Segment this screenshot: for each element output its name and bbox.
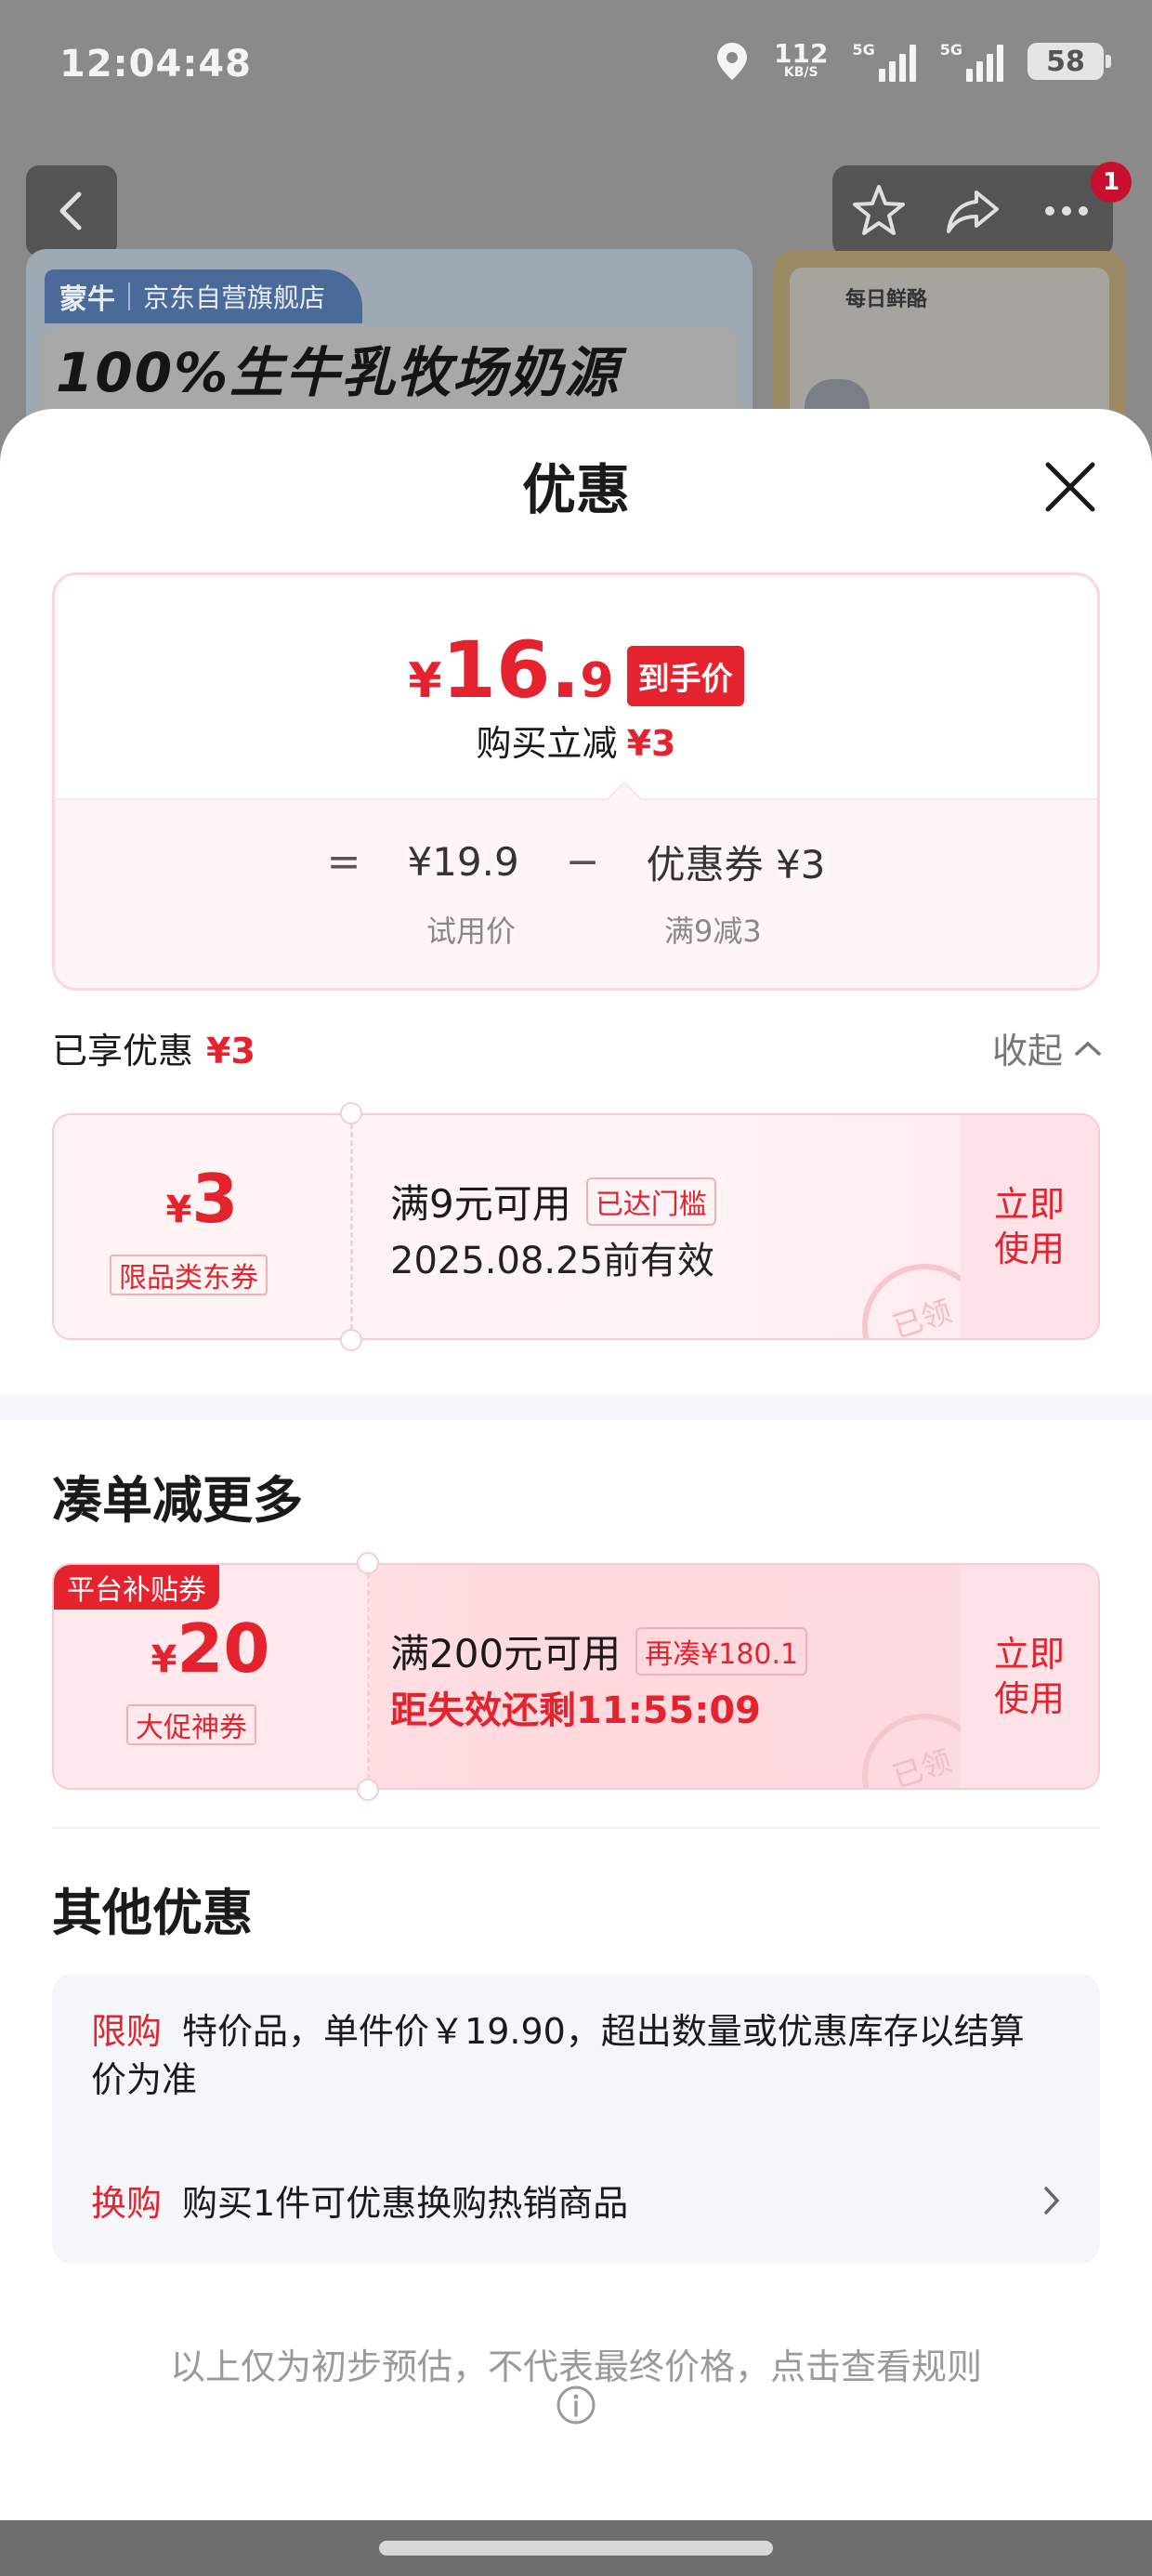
status-time: 12:04:48 xyxy=(59,43,252,85)
tag-separator xyxy=(128,283,130,310)
home-indicator[interactable] xyxy=(379,2541,773,2556)
purchase-limit-key: 限购 xyxy=(91,2011,163,2052)
star-icon[interactable] xyxy=(849,181,909,241)
sheet-title: 优惠 xyxy=(521,458,630,521)
coupon-amount-value: 20 xyxy=(177,1610,270,1688)
equals-sign: = xyxy=(326,838,361,886)
coupon-validity: 2025.08.25前有效 xyxy=(390,1240,715,1282)
status-bar: 12:04:48 112 KB/S 5G 5G 58 xyxy=(0,0,1152,139)
notification-badge: 1 xyxy=(1091,162,1132,203)
final-price-row: ¥16.9 到手价 xyxy=(55,631,1097,720)
coupon-notch-bottom xyxy=(357,1779,379,1801)
disclaimer-link[interactable]: 以上仅为初步预估，不代表最终价格，点击查看规则 xyxy=(0,2338,1152,2389)
instant-discount-label: 购买立减 xyxy=(476,723,618,764)
use-now-label: 立即使用 xyxy=(993,1184,1065,1269)
instant-discount: 购买立减 ¥3 xyxy=(55,715,1097,766)
brand-logo: 蒙牛 xyxy=(59,283,115,316)
more-icon[interactable] xyxy=(1037,181,1096,241)
other-discounts-title: 其他优惠 xyxy=(52,1884,253,1942)
coupon-condition-text: 满200元可用 xyxy=(390,1631,622,1676)
add-more-tag: 再凑¥180.1 xyxy=(635,1626,808,1676)
coupon-condition-text: 满9元可用 xyxy=(390,1181,571,1227)
signal-icon-sim1: 5G xyxy=(852,41,916,82)
price-integer: 16. xyxy=(441,624,581,716)
collapse-label: 收起 xyxy=(991,1031,1063,1071)
final-price-badge: 到手价 xyxy=(626,645,744,706)
store-tag: 蒙牛 京东自营旗舰店 xyxy=(45,269,363,323)
trade-in-key: 换购 xyxy=(91,2183,163,2224)
collapse-toggle[interactable]: 收起 xyxy=(992,1022,1102,1073)
enjoyed-label: 已享优惠 xyxy=(52,1031,194,1071)
sim2-label: 5G xyxy=(939,41,962,59)
price-breakdown: = ¥19.9 − 优惠券 ¥3 试用价 满9减3 xyxy=(55,798,1097,988)
section-divider xyxy=(0,1394,1152,1420)
network-speed: 112 KB/S xyxy=(774,41,828,81)
content-divider xyxy=(52,1827,1100,1829)
coupon-card-category: ¥3 限品类东券 满9元可用 已达门槛 2025.08.25前有效 已领 立即使… xyxy=(52,1113,1100,1340)
purchase-limit-text: 特价品，单件价￥19.90，超出数量或优惠库存以结算价为准 xyxy=(91,2011,1025,2100)
coupon-amount: ¥20 xyxy=(54,1615,367,1693)
back-button[interactable] xyxy=(26,165,117,256)
coupon-notch-bottom xyxy=(340,1329,362,1351)
coupon-condition: 满200元可用 再凑¥180.1 xyxy=(390,1623,808,1679)
info-icon[interactable] xyxy=(556,2385,596,2425)
sim1-label: 5G xyxy=(852,41,875,59)
price-currency: ¥ xyxy=(408,653,442,709)
trial-price: ¥19.9 xyxy=(407,839,519,885)
coupon-amount: ¥3 xyxy=(54,1165,350,1243)
coupon-card-platform: 平台补贴券 ¥20 大促神券 满200元可用 再凑¥180.1 距失效还剩11:… xyxy=(52,1563,1100,1790)
coupon-rule-label: 满9减3 xyxy=(664,913,762,949)
chevron-up-icon xyxy=(1075,1041,1101,1056)
final-price: ¥16.9 xyxy=(408,631,613,720)
price-decimal: 9 xyxy=(580,653,614,709)
banner-headline: 100%生牛乳牧场奶源 xyxy=(56,341,621,404)
close-icon[interactable] xyxy=(1042,459,1098,515)
status-indicators: 112 KB/S 5G 5G 58 xyxy=(714,41,1111,82)
coupon-currency: ¥ xyxy=(165,1189,192,1231)
use-now-button[interactable]: 立即使用 xyxy=(961,1565,1098,1788)
coupon-type-tag: 大促神券 xyxy=(126,1704,256,1745)
side-logo: 每日鲜酪 xyxy=(845,288,928,311)
enjoyed-discount: 已享优惠 ¥3 xyxy=(52,1022,255,1073)
chevron-right-icon xyxy=(1044,2186,1060,2215)
coupon-currency: ¥ xyxy=(151,1638,177,1681)
coupon-condition: 满9元可用 已达门槛 xyxy=(390,1173,716,1229)
coupon-value-panel: ¥3 限品类东券 xyxy=(54,1115,353,1338)
chevron-left-icon xyxy=(59,191,82,230)
store-name: 京东自营旗舰店 xyxy=(143,283,326,313)
coupon-notch-top xyxy=(340,1102,362,1124)
price-top: ¥16.9 到手价 购买立减 ¥3 xyxy=(55,575,1097,798)
coupon-amount-value: 3 xyxy=(191,1160,239,1238)
trade-in-text: 购买1件可优惠换购热销商品 xyxy=(182,2183,629,2224)
share-icon[interactable] xyxy=(943,181,1002,241)
coupon-notch-top xyxy=(357,1552,379,1574)
trade-in-row[interactable]: 换购 购买1件可优惠换购热销商品 xyxy=(91,2175,1061,2226)
coupon-type-tag: 限品类东券 xyxy=(110,1255,268,1295)
discount-sheet: 优惠 ¥16.9 到手价 购买立减 ¥3 = ¥19.9 − 优惠券 ¥3 试用… xyxy=(0,409,1152,2520)
enjoyed-value: ¥3 xyxy=(206,1031,255,1071)
header-actions xyxy=(832,165,1113,256)
signal-icon-sim2: 5G xyxy=(940,41,1003,82)
battery-icon: 58 xyxy=(1028,43,1111,80)
coupon-deduction: 优惠券 ¥3 xyxy=(646,842,826,887)
battery-level: 58 xyxy=(1046,45,1085,78)
instant-discount-value: ¥3 xyxy=(626,723,676,764)
threshold-reached-tag: 已达门槛 xyxy=(585,1176,716,1226)
use-now-label: 立即使用 xyxy=(993,1634,1065,1719)
price-summary: ¥16.9 到手价 购买立减 ¥3 = ¥19.9 − 优惠券 ¥3 试用价 满9… xyxy=(52,572,1100,991)
location-icon xyxy=(717,43,748,80)
other-discounts-list: 限购 特价品，单件价￥19.90，超出数量或优惠库存以结算价为准 换购 购买1件可… xyxy=(52,1974,1100,2264)
coupon-countdown: 距失效还剩11:55:09 xyxy=(390,1689,761,1732)
purchase-limit-row: 限购 特价品，单件价￥19.90，超出数量或优惠库存以结算价为准 xyxy=(91,2007,1044,2104)
platform-subsidy-tag: 平台补贴券 xyxy=(54,1565,219,1610)
price-formula: = ¥19.9 − 优惠券 ¥3 xyxy=(55,834,1097,890)
minus-sign: − xyxy=(565,838,600,886)
use-now-button[interactable]: 立即使用 xyxy=(961,1115,1098,1338)
trial-price-label: 试用价 xyxy=(426,913,517,949)
more-savings-title: 凑单减更多 xyxy=(52,1471,303,1530)
